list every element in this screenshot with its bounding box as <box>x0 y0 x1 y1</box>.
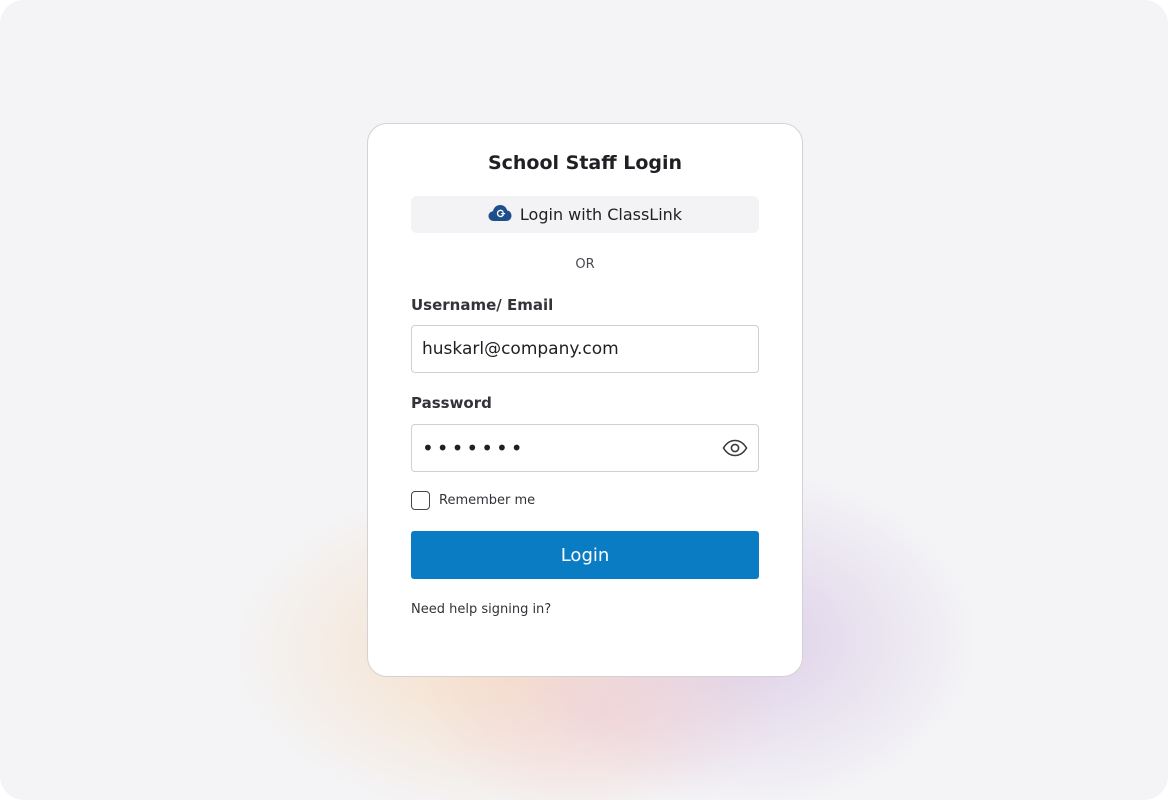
remember-me[interactable]: Remember me <box>411 491 535 510</box>
or-separator: OR <box>575 257 595 272</box>
eye-icon[interactable] <box>721 436 749 460</box>
username-input[interactable] <box>411 325 759 373</box>
username-label: Username/ Email <box>411 296 554 314</box>
password-label: Password <box>411 394 492 412</box>
page-title: School Staff Login <box>487 152 683 174</box>
login-card: School Staff Login Login with ClassLink … <box>367 123 803 677</box>
classlink-login-button[interactable]: Login with ClassLink <box>411 196 759 233</box>
classlink-button-label: Login with ClassLink <box>519 205 683 224</box>
classlink-cloud-icon <box>488 204 512 226</box>
password-input[interactable] <box>411 424 759 472</box>
help-signing-in-link[interactable]: Need help signing in? <box>411 602 551 617</box>
remember-me-checkbox[interactable] <box>411 491 430 510</box>
page-background: School Staff Login Login with ClassLink … <box>0 0 1168 800</box>
login-button[interactable]: Login <box>411 531 759 579</box>
remember-me-label: Remember me <box>439 493 536 508</box>
